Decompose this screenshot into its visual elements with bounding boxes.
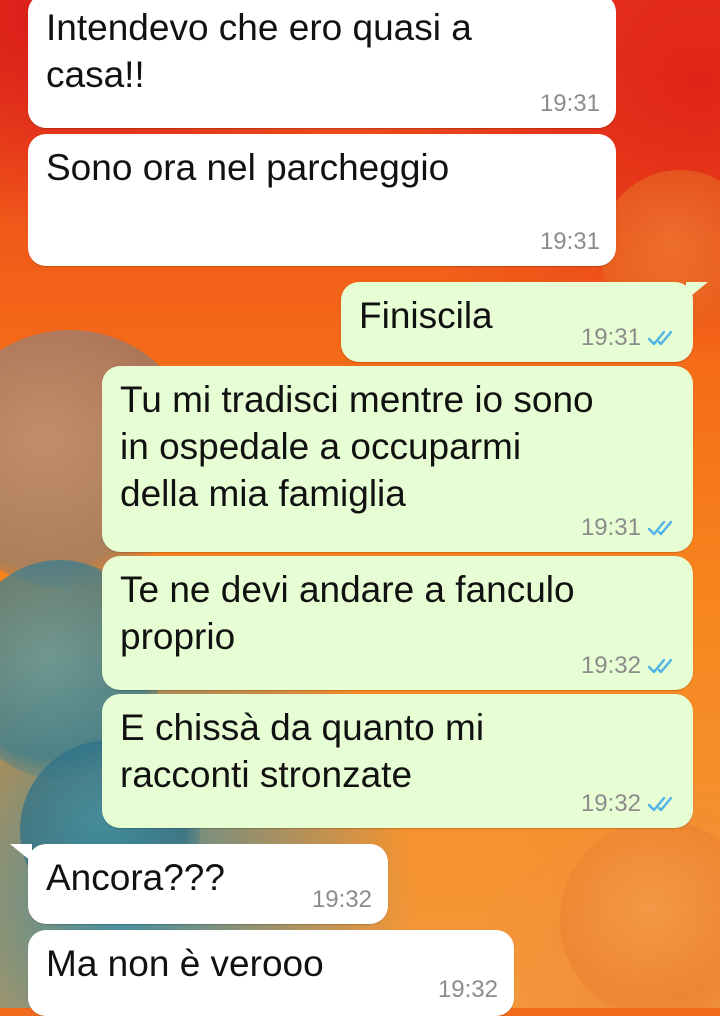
message-bubble-incoming[interactable]: Ma non è verooo 19:32 <box>28 930 514 1016</box>
message-text: Ma non è verooo <box>46 943 324 984</box>
read-double-check-icon <box>647 657 677 675</box>
message-text: E chissà da quanto mi racconti stronzate <box>120 707 485 795</box>
message-bubble-outgoing[interactable]: Tu mi tradisci mentre io sono in ospedal… <box>102 366 693 552</box>
message-meta: 19:31 <box>581 326 677 350</box>
read-double-check-icon <box>647 795 677 813</box>
chat-thread: Intendevo che ero quasi a casa!! 19:31 S… <box>0 0 720 1016</box>
message-time: 19:31 <box>539 90 600 117</box>
read-double-check-icon <box>647 519 677 537</box>
outgoing-bubble-tail <box>686 282 708 300</box>
message-meta: 19:31 <box>581 516 677 540</box>
read-double-check-icon <box>647 329 677 347</box>
message-time: 19:31 <box>580 324 641 351</box>
message-time: 19:32 <box>580 790 641 817</box>
message-text: Sono ora nel parcheggio <box>46 147 450 188</box>
message-meta: 19:32 <box>581 792 677 816</box>
message-meta: 19:32 <box>438 978 498 1002</box>
message-time: 19:31 <box>580 514 641 541</box>
message-text: Intendevo che ero quasi a casa!! <box>46 7 472 95</box>
message-bubble-incoming[interactable]: Intendevo che ero quasi a casa!! 19:31 <box>28 0 616 128</box>
message-time: 19:32 <box>311 886 372 913</box>
message-text: Te ne devi andare a fanculo proprio <box>120 569 575 657</box>
message-bubble-incoming[interactable]: Sono ora nel parcheggio 19:31 <box>28 134 616 266</box>
message-meta: 19:31 <box>540 92 600 116</box>
message-time: 19:32 <box>580 652 641 679</box>
message-time: 19:32 <box>437 976 498 1003</box>
message-meta: 19:31 <box>540 230 600 254</box>
message-bubble-outgoing[interactable]: E chissà da quanto mi racconti stronzate… <box>102 694 693 828</box>
message-time: 19:31 <box>539 228 600 255</box>
message-meta: 19:32 <box>581 654 677 678</box>
message-bubble-outgoing[interactable]: Te ne devi andare a fanculo proprio 19:3… <box>102 556 693 690</box>
message-bubble-incoming[interactable]: Ancora??? 19:32 <box>28 844 388 924</box>
message-text: Tu mi tradisci mentre io sono in ospedal… <box>120 379 594 514</box>
message-meta: 19:32 <box>312 888 372 912</box>
message-bubble-outgoing[interactable]: Finiscila 19:31 <box>341 282 693 362</box>
